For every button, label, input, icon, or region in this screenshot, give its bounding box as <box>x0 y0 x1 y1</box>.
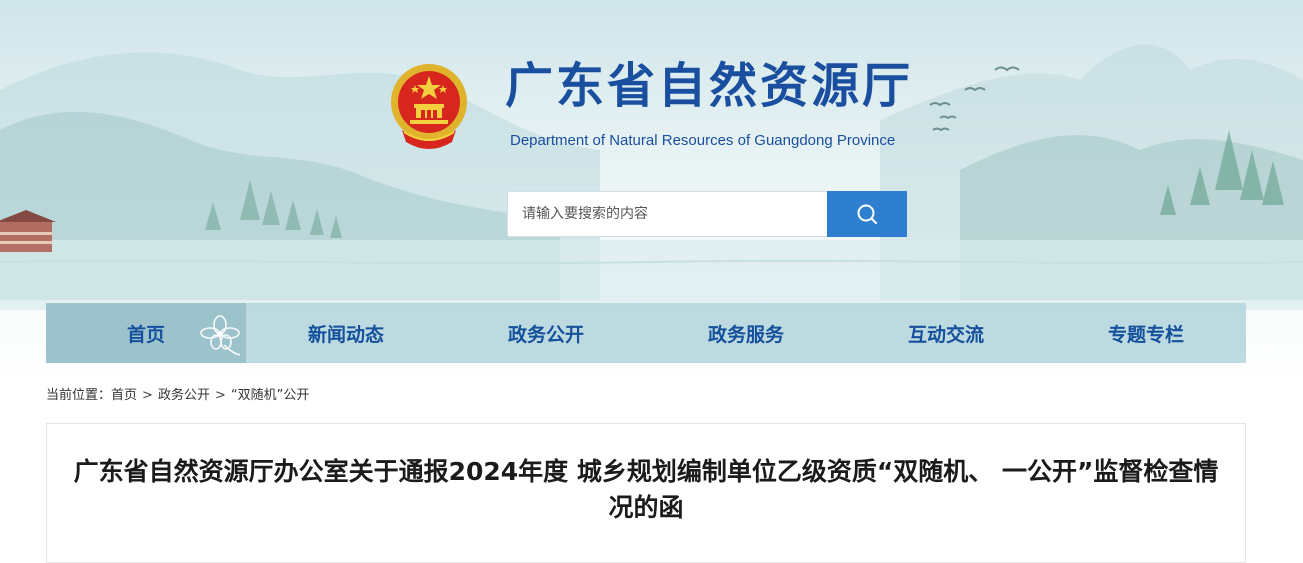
nav-item-government-affairs[interactable]: 政务公开 <box>446 303 646 363</box>
nav-item-label: 专题专栏 <box>1107 323 1184 346</box>
nav-item-news[interactable]: 新闻动态 <box>246 303 446 363</box>
nav-item-label: 首页 <box>126 323 165 346</box>
breadcrumb-link-government-affairs[interactable]: 政务公开 <box>158 388 210 403</box>
nav-item-interaction[interactable]: 互动交流 <box>846 303 1046 363</box>
search-input[interactable] <box>507 191 827 237</box>
breadcrumb-prefix: 当前位置： <box>46 388 112 403</box>
site-subtitle: Department of Natural Resources of Guang… <box>510 132 896 149</box>
nav-item-label: 新闻动态 <box>307 323 384 346</box>
search-icon <box>857 204 877 224</box>
nav-item-home[interactable]: 首页 <box>46 303 246 363</box>
search-button[interactable] <box>827 191 907 237</box>
flower-decoration-icon <box>200 315 241 356</box>
nav-item-label: 政务服务 <box>707 323 784 346</box>
breadcrumb-link-home[interactable]: 首页 <box>111 388 137 403</box>
breadcrumb: 当前位置：首页 > 政务公开 > “双随机”公开 <box>46 384 309 403</box>
article-title: 广东省自然资源厅办公室关于通报2024年度 城乡规划编制单位乙级资质“双随机、 … <box>73 457 1219 522</box>
breadcrumb-separator: > <box>214 388 226 403</box>
article-container: 广东省自然资源厅办公室关于通报2024年度 城乡规划编制单位乙级资质“双随机、 … <box>46 423 1246 563</box>
nav-item-label: 政务公开 <box>507 323 584 346</box>
breadcrumb-link-double-random[interactable]: “双随机”公开 <box>231 388 309 403</box>
nav-item-label: 互动交流 <box>907 323 984 346</box>
site-title: 广东省自然资源厅 <box>505 58 914 114</box>
nav-item-government-services[interactable]: 政务服务 <box>646 303 846 363</box>
breadcrumb-separator: > <box>142 388 153 403</box>
nav-item-special-topics[interactable]: 专题专栏 <box>1046 303 1246 363</box>
national-emblem-icon <box>391 64 467 149</box>
main-nav: 首页 新闻动态 政务公开 政务服务 互动交流 专题专栏 <box>46 303 1246 363</box>
